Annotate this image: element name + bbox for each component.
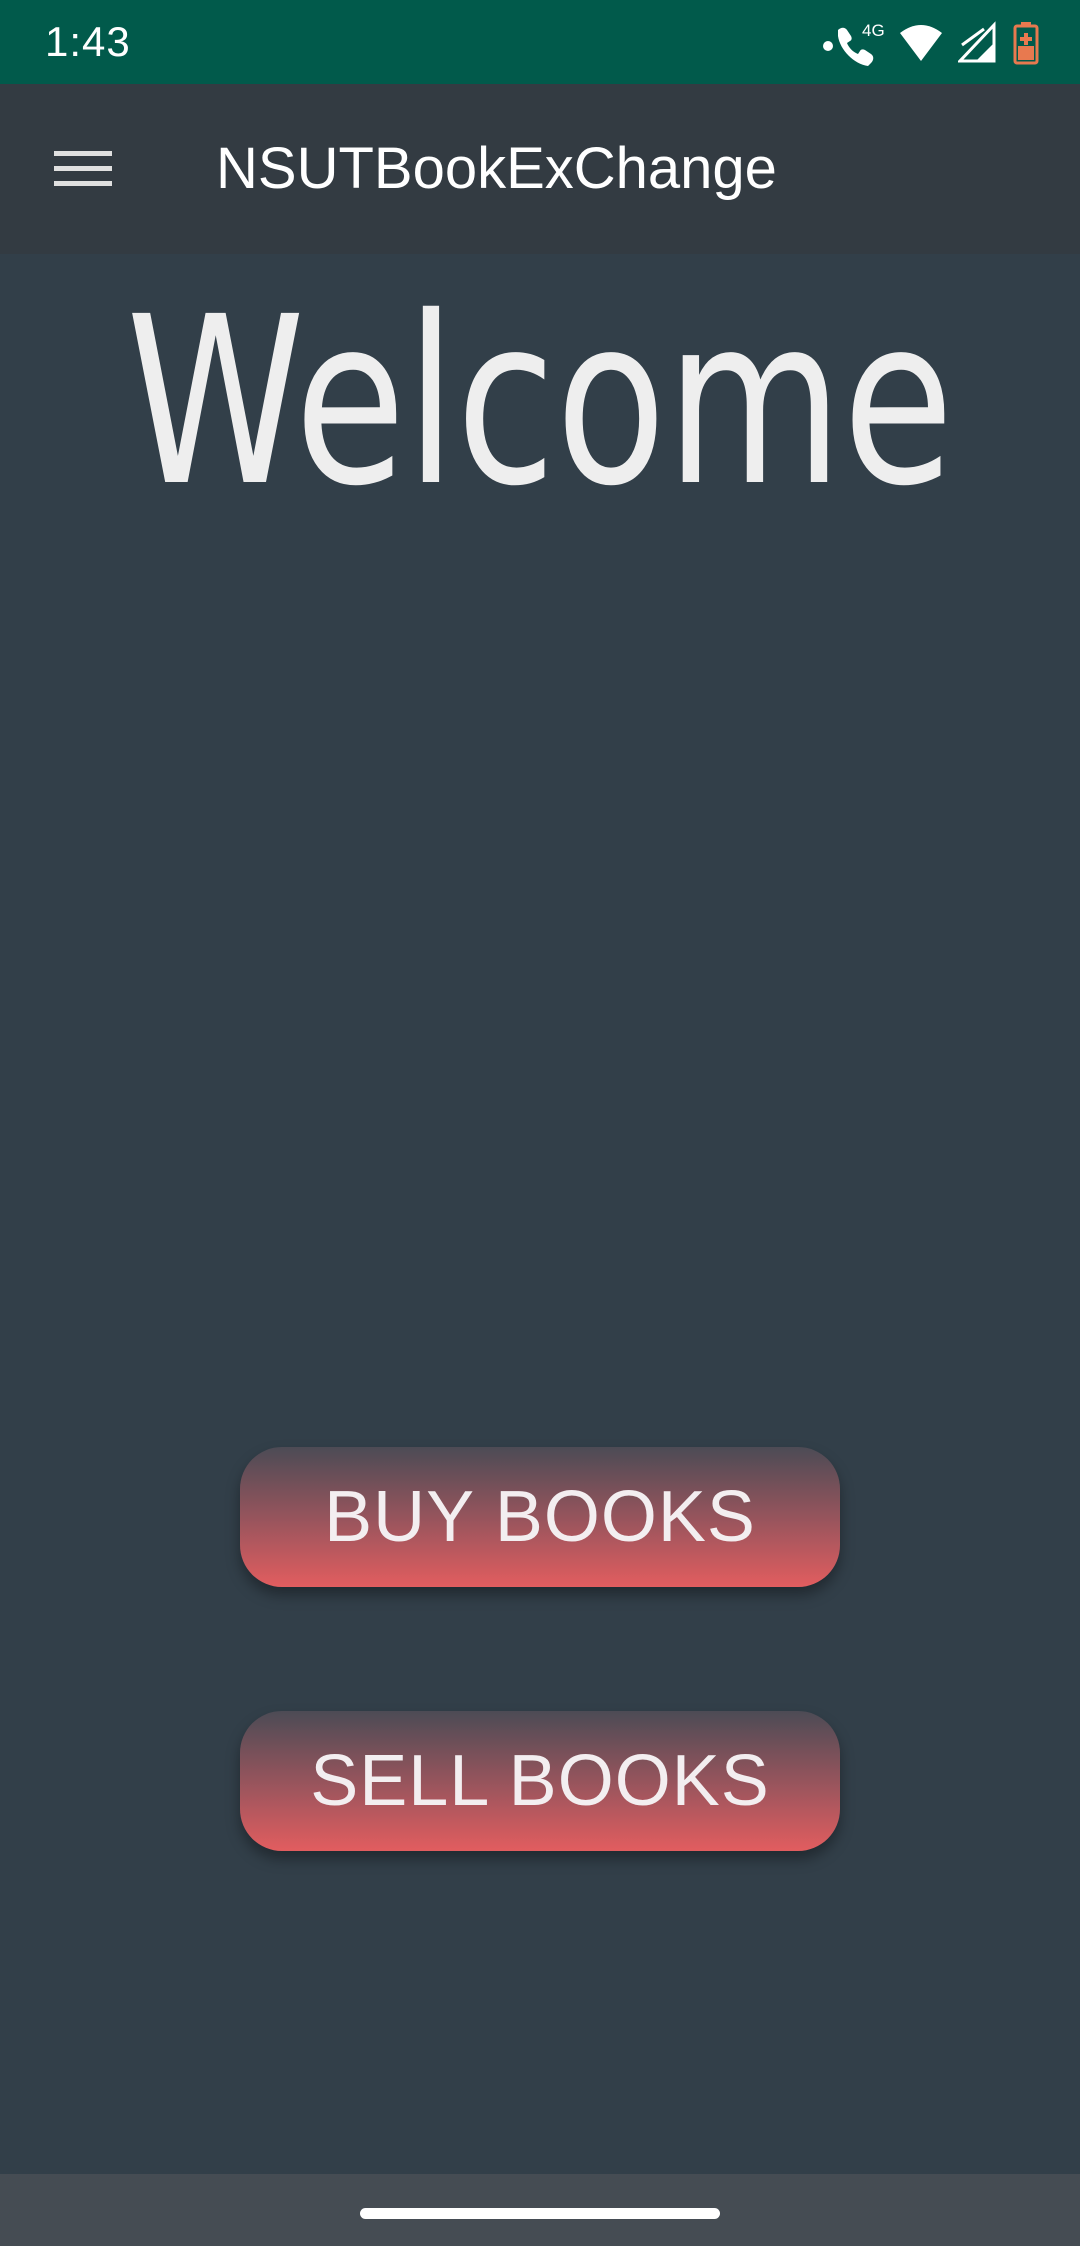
sell-books-button[interactable]: SELL BOOKS: [240, 1711, 840, 1851]
battery-icon: [1012, 21, 1040, 65]
menu-button[interactable]: [38, 124, 128, 214]
wifi-icon: [898, 23, 944, 63]
welcome-heading: Welcome: [126, 267, 954, 537]
network-label: 4G: [862, 21, 884, 40]
call-icon: 4G: [822, 20, 884, 66]
app-bar: NSUTBookExChange: [0, 84, 1080, 254]
status-icons: 4G: [822, 18, 1040, 68]
app-title: NSUTBookExChange: [216, 136, 777, 201]
status-time: 1:43: [45, 18, 131, 65]
navigation-bar: [0, 2174, 1080, 2246]
hamburger-menu-icon: [54, 151, 112, 186]
buy-books-button[interactable]: BUY BOOKS: [240, 1447, 840, 1587]
home-indicator[interactable]: [360, 2208, 720, 2219]
status-bar: 1:43 4G: [0, 0, 1080, 84]
signal-icon: [958, 21, 998, 65]
